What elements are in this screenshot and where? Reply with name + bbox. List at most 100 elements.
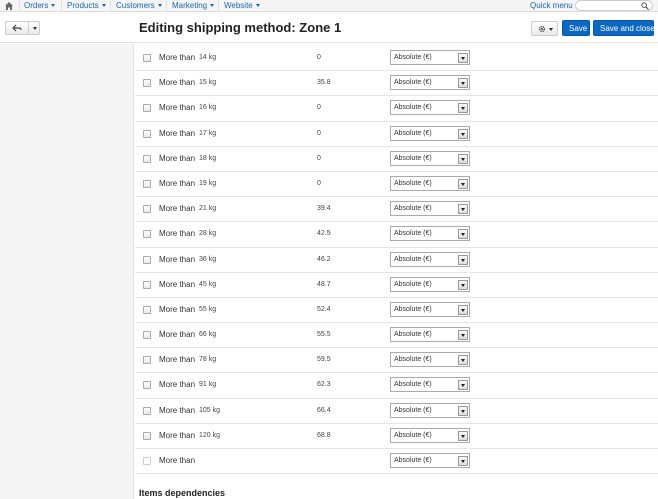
row-checkbox[interactable] bbox=[143, 104, 151, 113]
rate-type-selected: Absolute (€) bbox=[394, 381, 432, 389]
rate-value: 39.4 bbox=[317, 205, 331, 213]
rate-type-select[interactable]: Absolute (€) bbox=[390, 427, 470, 443]
rate-type-selected: Absolute (€) bbox=[394, 356, 432, 364]
rate-type-select[interactable]: Absolute (€) bbox=[390, 377, 470, 393]
chevron-down-icon[interactable] bbox=[458, 405, 468, 416]
chevron-down-icon[interactable] bbox=[458, 279, 468, 290]
nav-separator bbox=[166, 1, 167, 11]
chevron-down-icon[interactable] bbox=[458, 430, 468, 441]
row-checkbox[interactable] bbox=[143, 356, 151, 365]
weight-value: 36 kg bbox=[199, 255, 217, 263]
search-icon[interactable] bbox=[641, 2, 649, 10]
row-checkbox[interactable] bbox=[143, 255, 151, 264]
row-checkbox[interactable] bbox=[143, 54, 151, 62]
condition-label: More than bbox=[159, 405, 196, 415]
chevron-down-icon[interactable] bbox=[458, 456, 468, 466]
home-icon[interactable] bbox=[4, 1, 14, 11]
chevron-down-icon[interactable] bbox=[458, 355, 468, 366]
row-checkbox[interactable] bbox=[143, 406, 151, 415]
undo-arrow-icon bbox=[12, 24, 22, 32]
condition-label: More than bbox=[159, 456, 196, 465]
rate-type-select[interactable]: Absolute (€) bbox=[390, 50, 470, 65]
nav-item-customers[interactable]: Customers bbox=[116, 0, 162, 12]
chevron-down-icon[interactable] bbox=[458, 78, 468, 89]
row-checkbox[interactable] bbox=[143, 205, 151, 214]
condition-label: More than bbox=[159, 330, 196, 340]
condition-label: More than bbox=[159, 355, 196, 365]
weight-value: 17 kg bbox=[199, 129, 217, 137]
search-input[interactable] bbox=[575, 0, 653, 11]
chevron-down-icon[interactable] bbox=[458, 178, 468, 189]
row-checkbox[interactable] bbox=[143, 331, 151, 340]
condition-label: More than bbox=[159, 128, 196, 138]
table-row: More than 14 kg 0 Absolute (€) bbox=[135, 46, 658, 72]
condition-label: More than bbox=[159, 304, 196, 314]
row-checkbox[interactable] bbox=[143, 381, 151, 390]
nav-item-orders[interactable]: Orders bbox=[24, 0, 56, 12]
rate-type-select[interactable]: Absolute (€) bbox=[390, 251, 470, 267]
chevron-down-icon[interactable] bbox=[458, 229, 468, 240]
chevron-down-icon[interactable] bbox=[458, 128, 468, 139]
row-checkbox[interactable] bbox=[143, 154, 151, 163]
nav-item-marketing[interactable]: Marketing bbox=[172, 0, 215, 12]
weight-value: 19 kg bbox=[199, 179, 217, 187]
row-checkbox[interactable] bbox=[143, 230, 151, 239]
chevron-down-icon[interactable] bbox=[458, 204, 468, 215]
page-header: Editing shipping method: Zone 1 Save Sav… bbox=[0, 13, 658, 43]
rate-type-selected: Absolute (€) bbox=[394, 179, 432, 187]
weight-value: 105 kg bbox=[199, 406, 221, 414]
table-row: More than 16 kg 0 Absolute (€) bbox=[135, 96, 658, 122]
rate-type-select[interactable]: Absolute (€) bbox=[390, 327, 470, 343]
rate-value: 59.5 bbox=[317, 356, 331, 364]
rate-type-select[interactable]: Absolute (€) bbox=[390, 301, 470, 317]
rate-type-select[interactable]: Absolute (€) bbox=[390, 402, 470, 418]
condition-label: More than bbox=[159, 430, 196, 440]
row-checkbox[interactable] bbox=[143, 179, 151, 188]
chevron-down-icon[interactable] bbox=[458, 153, 468, 164]
row-checkbox[interactable] bbox=[143, 457, 151, 465]
chevron-down-icon[interactable] bbox=[458, 330, 468, 341]
rate-type-select[interactable]: Absolute (€) bbox=[390, 125, 470, 141]
weight-value: 14 kg bbox=[199, 54, 217, 61]
weight-value: 91 kg bbox=[199, 381, 217, 389]
chevron-down-icon[interactable] bbox=[458, 103, 468, 114]
chevron-down-icon[interactable] bbox=[458, 304, 468, 315]
chevron-down-icon[interactable] bbox=[458, 254, 468, 265]
row-checkbox[interactable] bbox=[143, 129, 151, 138]
condition-label: More than bbox=[159, 229, 196, 239]
rate-type-select[interactable]: Absolute (€) bbox=[390, 150, 470, 166]
weight-value: 55 kg bbox=[199, 305, 217, 313]
rate-type-selected: Absolute (€) bbox=[394, 457, 432, 464]
table-row: More than 45 kg 48.7 Absolute (€) bbox=[135, 273, 658, 298]
rate-type-select[interactable]: Absolute (€) bbox=[390, 175, 470, 191]
row-checkbox[interactable] bbox=[143, 79, 151, 88]
chevron-down-icon[interactable] bbox=[458, 380, 468, 391]
back-button[interactable] bbox=[5, 21, 40, 35]
row-checkbox[interactable] bbox=[143, 431, 151, 440]
row-checkbox[interactable] bbox=[143, 280, 151, 289]
rate-type-select[interactable]: Absolute (€) bbox=[390, 226, 470, 242]
save-and-close-button[interactable]: Save and close bbox=[593, 20, 655, 36]
chevron-down-icon bbox=[549, 28, 553, 31]
quick-menu-link[interactable]: Quick menu bbox=[530, 0, 573, 11]
chevron-down-icon[interactable] bbox=[33, 27, 37, 30]
rate-type-selected: Absolute (€) bbox=[394, 406, 432, 414]
chevron-down-icon[interactable] bbox=[458, 53, 468, 63]
save-button[interactable]: Save bbox=[562, 20, 590, 36]
rate-type-select[interactable]: Absolute (€) bbox=[390, 352, 470, 368]
nav-item-label: Customers bbox=[116, 1, 155, 10]
condition-label: More than bbox=[159, 380, 196, 390]
nav-item-website[interactable]: Website bbox=[224, 0, 260, 12]
rate-type-select[interactable]: Absolute (€) bbox=[390, 453, 470, 468]
nav-item-products[interactable]: Products bbox=[67, 0, 106, 12]
settings-dropdown-button[interactable] bbox=[531, 21, 558, 36]
rate-type-select[interactable]: Absolute (€) bbox=[390, 201, 470, 217]
rate-type-selected: Absolute (€) bbox=[394, 431, 432, 439]
rate-type-select[interactable]: Absolute (€) bbox=[390, 75, 470, 91]
condition-label: More than bbox=[159, 53, 196, 62]
rate-type-select[interactable]: Absolute (€) bbox=[390, 276, 470, 292]
page-title: Editing shipping method: Zone 1 bbox=[139, 20, 342, 35]
row-checkbox[interactable] bbox=[143, 305, 151, 314]
rate-type-select[interactable]: Absolute (€) bbox=[390, 100, 470, 116]
rate-type-selected: Absolute (€) bbox=[394, 79, 432, 87]
